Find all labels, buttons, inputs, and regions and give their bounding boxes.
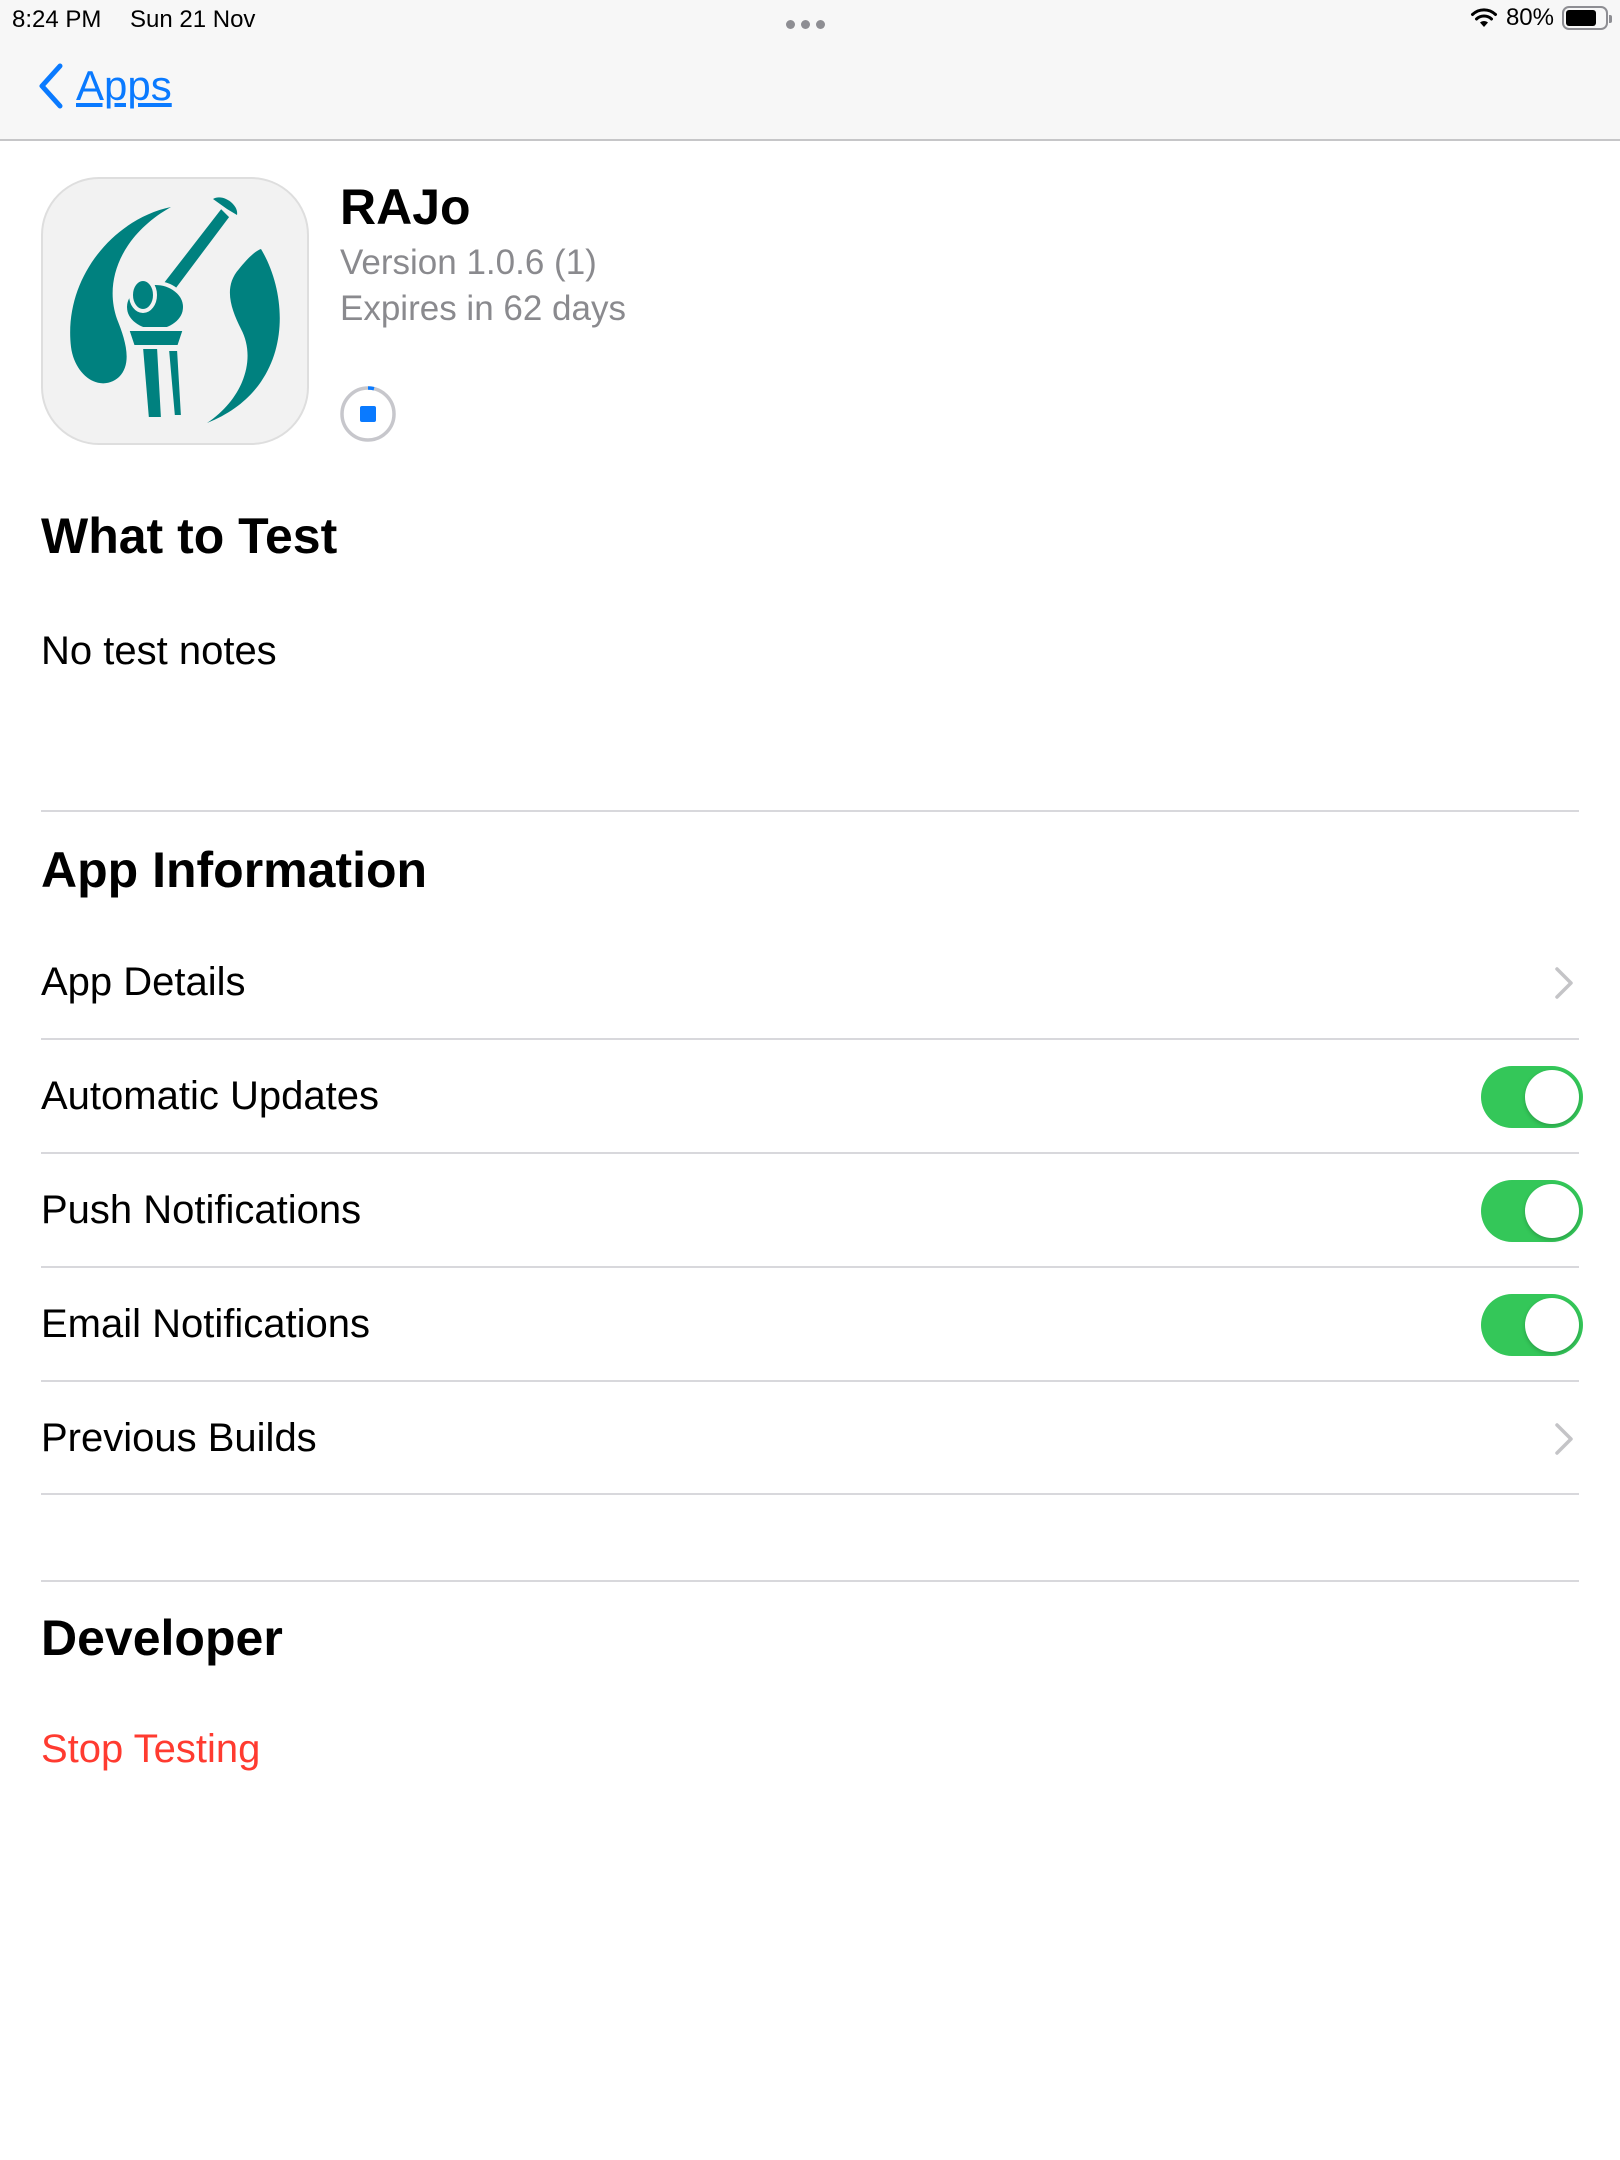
automatic-updates-row: Automatic Updates xyxy=(41,1040,1583,1153)
push-notifications-row: Push Notifications xyxy=(41,1154,1583,1267)
status-bar: 8:24 PM Sun 21 Nov 80% xyxy=(0,0,1620,40)
app-name: RAJo xyxy=(340,179,471,235)
app-expiry: Expires in 62 days xyxy=(340,289,626,328)
email-notifications-row: Email Notifications xyxy=(41,1268,1583,1381)
status-date: Sun 21 Nov xyxy=(130,6,256,33)
navigation-bar: Apps xyxy=(0,40,1620,141)
download-progress-stop-icon[interactable] xyxy=(338,384,398,444)
back-button-label: Apps xyxy=(76,62,172,109)
app-information-heading: App Information xyxy=(41,842,428,898)
row-label: Push Notifications xyxy=(41,1188,362,1232)
automatic-updates-toggle[interactable] xyxy=(1481,1065,1583,1128)
section-divider xyxy=(41,1580,1579,1582)
row-label: App Details xyxy=(41,960,246,1004)
stop-testing-button[interactable]: Stop Testing xyxy=(41,1727,260,1772)
previous-builds-row[interactable]: Previous Builds xyxy=(41,1382,1579,1495)
chevron-right-icon xyxy=(1555,1422,1573,1455)
row-label: Email Notifications xyxy=(41,1302,371,1346)
battery-percentage: 80% xyxy=(1505,4,1554,31)
app-icon xyxy=(41,177,309,445)
app-details-row[interactable]: App Details xyxy=(41,926,1579,1039)
back-button[interactable]: Apps xyxy=(38,62,172,110)
battery-icon xyxy=(1562,6,1612,30)
wifi-icon xyxy=(1470,8,1497,27)
chevron-left-icon xyxy=(39,63,63,109)
developer-heading: Developer xyxy=(41,1610,283,1666)
knee-joint-icon xyxy=(70,197,280,423)
row-divider xyxy=(41,1493,1579,1495)
row-label: Previous Builds xyxy=(41,1416,317,1460)
section-divider xyxy=(41,810,1579,812)
app-version: Version 1.0.6 (1) xyxy=(340,243,597,282)
row-label: Automatic Updates xyxy=(41,1074,379,1118)
chevron-right-icon xyxy=(1555,966,1573,999)
status-right: 80% xyxy=(1470,4,1612,32)
email-notifications-toggle[interactable] xyxy=(1481,1293,1583,1356)
test-notes: No test notes xyxy=(41,629,277,673)
multitasking-dots-icon[interactable] xyxy=(786,20,825,29)
push-notifications-toggle[interactable] xyxy=(1481,1179,1583,1242)
status-time: 8:24 PM xyxy=(12,6,102,33)
what-to-test-heading: What to Test xyxy=(41,508,338,564)
